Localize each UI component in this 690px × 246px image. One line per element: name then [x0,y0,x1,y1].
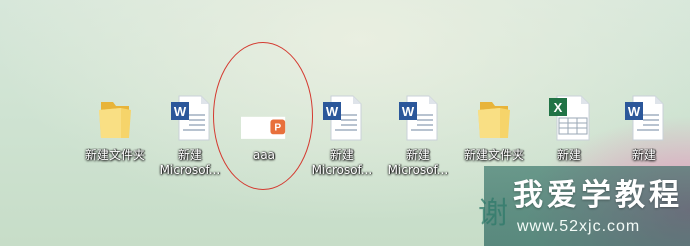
watermark-fragment: 谢 [478,196,508,231]
svg-text:W: W [402,104,415,119]
watermark-url: www.52xjc.com [517,218,641,235]
svg-text:W: W [628,104,641,119]
excel-spreadsheet-icon: X [546,92,592,142]
icon-label: 新建 Microsof... [387,148,449,177]
watermark-title: 我爱学教程 [513,178,683,213]
highlight-ellipse [213,42,313,190]
svg-text:X: X [554,100,563,115]
desktop-icon-folder[interactable]: 新建文件夹 [73,92,157,202]
word-document-icon: W [395,92,441,142]
icon-label: 新建文件夹 [463,148,524,162]
icon-label: 新建文件夹 [84,148,145,162]
desktop[interactable]: 新建文件夹 W 新建 Microsof... P aaa W 新建 Micros… [0,0,690,246]
word-document-icon: W [319,92,365,142]
desktop-icon-word[interactable]: W 新建 Microsof... [376,92,460,202]
word-document-icon: W [167,92,213,142]
svg-text:W: W [326,104,339,119]
folder-icon [92,92,138,142]
word-document-icon: W [621,92,667,142]
icon-label: 新建 [631,148,656,162]
icon-label: 新建 [556,148,581,162]
svg-text:W: W [174,104,187,119]
folder-icon [471,92,517,142]
icon-label: 新建 Microsof... [311,148,373,177]
